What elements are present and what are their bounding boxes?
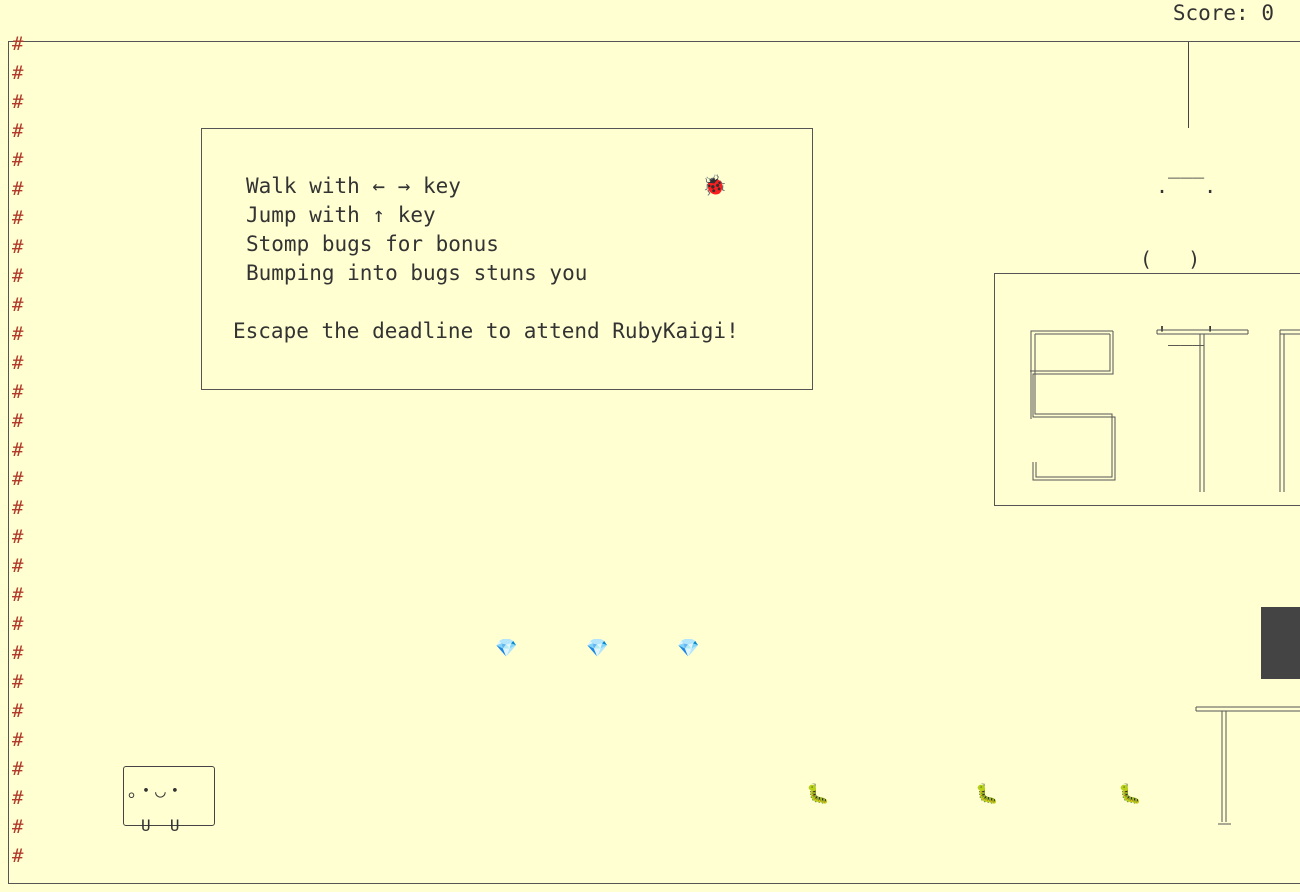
instruction-jump: Jump with ↑ key [246,203,436,227]
wall-block: # [12,642,24,664]
goal-text: Escape the deadline to attend RubyKaigi! [233,319,739,343]
gem-icon: 💎 [586,638,609,659]
lamp-middle: ( ) [1140,247,1201,271]
wall-block: # [12,410,24,432]
wall-block: # [12,845,24,867]
left-wall: # # # # # # # # # # # # # # # # # # # # # # # # # # # # # [12,30,28,871]
wall-block: # [12,178,24,200]
wall-block: # [12,323,24,345]
wall-block: # [12,497,24,519]
wall-block: # [12,787,24,809]
wall-block: # [12,33,24,55]
table-drawing [1195,706,1300,825]
wall-block: # [12,555,24,577]
table-obstacle [1195,704,1300,829]
wall-block: # [12,671,24,693]
wall-block: # [12,120,24,142]
wall-block: # [12,207,24,229]
player-face: 。・◡・ [128,781,184,802]
score-display: Score: 0 [1172,1,1274,25]
gem-icon: 💎 [677,638,700,659]
wall-block: # [12,62,24,84]
instruction-bump: Bumping into bugs stuns you [246,261,588,285]
gem-icon: 💎 [495,638,518,659]
wall-block: # [12,149,24,171]
wall-block: # [12,439,24,461]
wall-block: # [12,91,24,113]
wall-block: # [12,758,24,780]
wall-block: # [12,584,24,606]
bug-icon: 🐛 [1118,783,1142,805]
wall-block: # [12,526,24,548]
instruction-stomp: Stomp bugs for bonus [246,232,499,256]
wall-block: # [12,613,24,635]
wall-block: # [12,729,24,751]
dark-block [1261,607,1300,679]
wall-block: # [12,381,24,403]
wall-block: # [12,352,24,374]
wall-block: # [12,265,24,287]
wall-block: # [12,236,24,258]
start-sign [994,273,1300,506]
bug-icon: 🐛 [975,783,999,805]
wall-block: # [12,294,24,316]
instruction-walk: Walk with ← → key [246,174,461,198]
wall-block: # [12,468,24,490]
ladybug-icon: 🐞 [702,173,727,197]
wall-block: # [12,816,24,838]
wall-block: # [12,700,24,722]
player-feet: U U [141,816,180,835]
bug-icon: 🐛 [806,783,830,805]
game-screen: { "hud": { "score_text": "Score: 0" }, "… [0,0,1300,892]
start-sign-letters [1030,329,1300,492]
lamp-top: .‾‾‾. [1156,174,1217,198]
